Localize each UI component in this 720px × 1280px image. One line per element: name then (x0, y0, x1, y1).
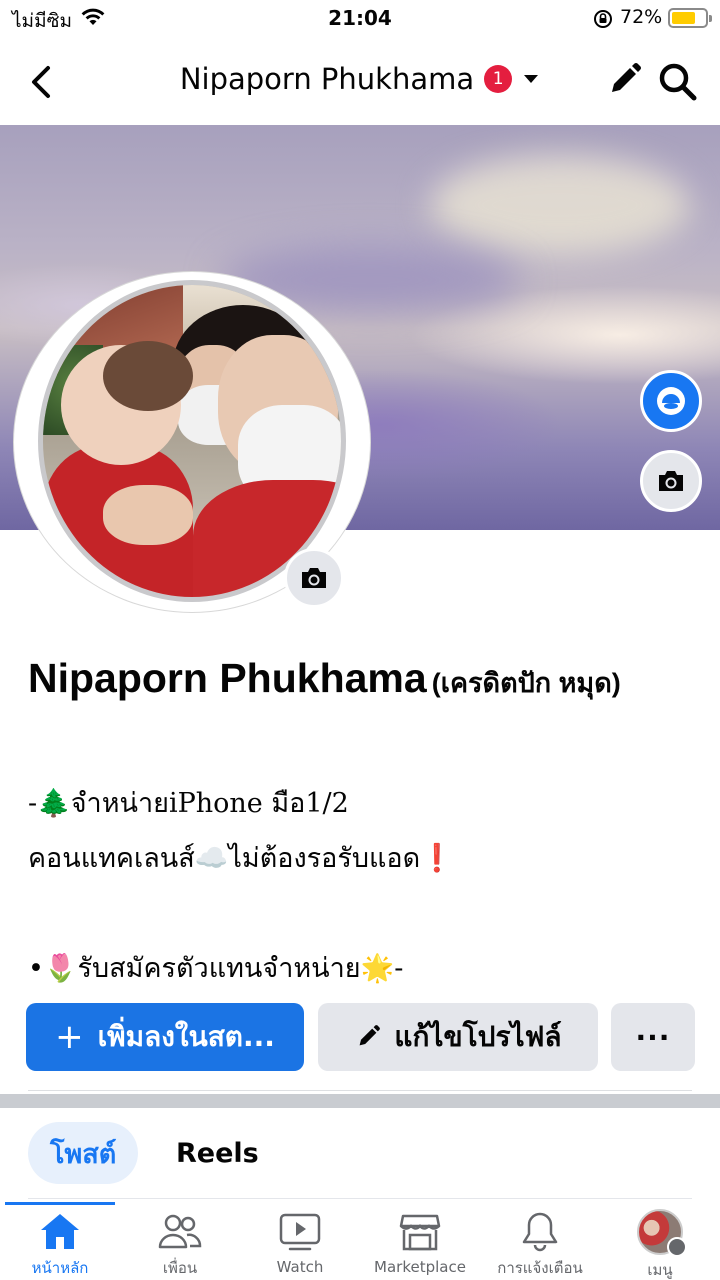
nav-notifications[interactable]: การแจ้งเตือน (480, 1210, 600, 1280)
rotation-lock-icon (592, 8, 614, 34)
marketplace-icon (397, 1210, 443, 1254)
header-title: Nipaporn Phukhama (179, 62, 475, 96)
battery-icon (668, 8, 712, 28)
profile-camera-button[interactable] (284, 548, 344, 608)
nav-menu[interactable]: เมนู (600, 1209, 720, 1280)
active-tab-indicator (5, 1202, 115, 1205)
bio-blank-line (28, 886, 688, 941)
nav-marketplace[interactable]: Marketplace (360, 1210, 480, 1280)
nav-friends[interactable]: เพื่อน (120, 1210, 240, 1280)
search-button[interactable] (656, 60, 700, 104)
nav-notifications-label: การแจ้งเตือน (497, 1259, 583, 1277)
profile-actions: + เพิ่มลงในสต... แก้ไขโปรไฟล์ ··· (26, 1003, 695, 1071)
nav-watch-label: Watch (276, 1258, 324, 1276)
nav-watch[interactable]: Watch (240, 1210, 360, 1280)
account-switcher[interactable]: Nipaporn Phukhama 1 (180, 62, 540, 96)
add-to-story-button[interactable]: + เพิ่มลงในสต... (26, 1003, 304, 1071)
menu-avatar-icon (637, 1209, 687, 1257)
search-icon (659, 63, 697, 101)
home-icon (37, 1210, 83, 1252)
edit-pencil-button[interactable] (604, 60, 644, 100)
profile-bio: -🌲จำหน่ายiPhone มือ1/2 คอนแทคเลนส์☁️ไม่ต… (28, 776, 688, 996)
nav-friends-label: เพื่อน (162, 1259, 198, 1277)
bell-icon (517, 1210, 563, 1252)
add-to-story-label: เพิ่มลงในสต... (97, 1020, 275, 1053)
cover-camera-button[interactable] (640, 450, 702, 512)
pencil-icon (360, 1025, 381, 1046)
menu-badge-icon (667, 1237, 687, 1257)
bio-line: •🌷รับสมัครตัวแทนจำหน่าย🌟- (28, 953, 404, 984)
battery-percent: 72% (620, 6, 663, 28)
avatar-icon (657, 387, 685, 415)
nav-home-label: หน้าหลัก (31, 1259, 89, 1277)
tab-reels[interactable]: Reels (154, 1122, 281, 1184)
caret-down-icon (524, 75, 539, 83)
bottom-navigation: หน้าหลัก เพื่อน Watch Marketplace การแจ้… (0, 1202, 720, 1280)
nav-menu-label: เมนู (647, 1261, 673, 1279)
tab-posts[interactable]: โพสต์ (28, 1122, 139, 1184)
camera-icon (302, 568, 326, 588)
pencil-icon (612, 63, 641, 92)
battery-level (672, 12, 696, 24)
section-divider (0, 1094, 720, 1108)
status-bar: ไม่มีซิม 21:04 72% (0, 0, 720, 40)
notification-badge: 1 (484, 65, 513, 93)
camera-icon (659, 471, 683, 491)
bio-line: คอนแทคเลนส์☁️ไม่ต้องรอรับแอด❗ (28, 843, 454, 874)
edit-profile-label: แก้ไขโปรไฟล์ (394, 1020, 562, 1053)
divider (28, 1090, 692, 1091)
profile-header: Nipaporn Phukhama 1 (0, 40, 720, 125)
more-dots-icon: ··· (635, 1020, 671, 1054)
watch-icon (277, 1210, 323, 1254)
plus-icon: + (55, 1017, 84, 1057)
profile-tabs: โพสต์ Reels (0, 1108, 720, 1200)
more-options-button[interactable]: ··· (611, 1003, 695, 1071)
nav-marketplace-label: Marketplace (374, 1258, 466, 1276)
profile-alternate-name: (เครดิตปัก หมุด) (431, 668, 621, 698)
friends-icon (157, 1210, 203, 1252)
nav-home[interactable]: หน้าหลัก (0, 1210, 120, 1280)
avatar-button[interactable] (640, 370, 702, 432)
edit-profile-button[interactable]: แก้ไขโปรไฟล์ (318, 1003, 598, 1071)
divider (28, 1198, 692, 1199)
profile-name-block: Nipaporn Phukhama (เครดิตปัก หมุด) (28, 650, 628, 715)
profile-name: Nipaporn Phukhama (28, 655, 427, 701)
bio-line: -🌲จำหน่ายiPhone มือ1/2 (28, 788, 349, 819)
